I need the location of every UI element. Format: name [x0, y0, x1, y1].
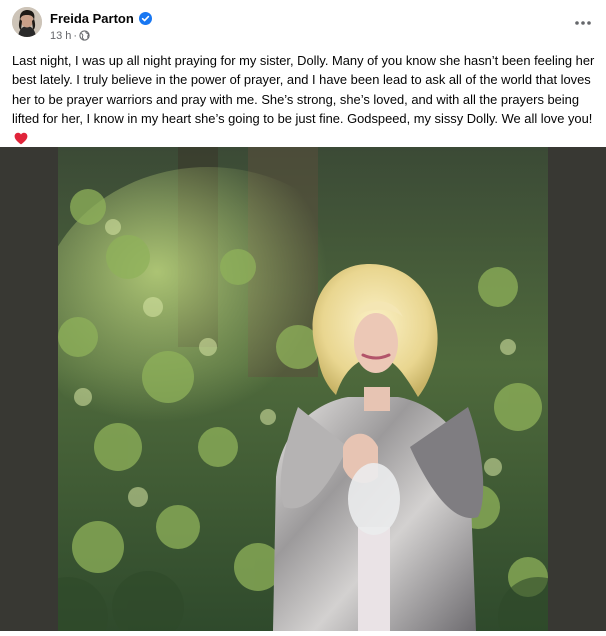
meta-separator: · [73, 29, 78, 42]
facebook-post: Freida Parton 13 h · Last night, I was u… [0, 0, 606, 636]
post-photo[interactable] [28, 147, 578, 636]
more-options-icon[interactable] [572, 12, 594, 34]
post-media [0, 147, 606, 636]
post-text: Last night, I was up all night praying f… [12, 53, 595, 127]
red-heart-icon [14, 131, 28, 145]
post-meta: 13 h · [50, 29, 90, 42]
globe-icon[interactable] [79, 30, 90, 41]
post-header: Freida Parton 13 h · [0, 0, 606, 46]
avatar-image [12, 7, 42, 37]
author-name[interactable]: Freida Parton [50, 11, 134, 26]
photo-image [28, 147, 578, 636]
author-avatar[interactable] [12, 7, 42, 37]
author-row: Freida Parton [50, 9, 152, 27]
verified-badge-icon [138, 11, 152, 25]
post-body: Last night, I was up all night praying f… [12, 51, 596, 148]
post-timestamp[interactable]: 13 h [50, 30, 71, 42]
